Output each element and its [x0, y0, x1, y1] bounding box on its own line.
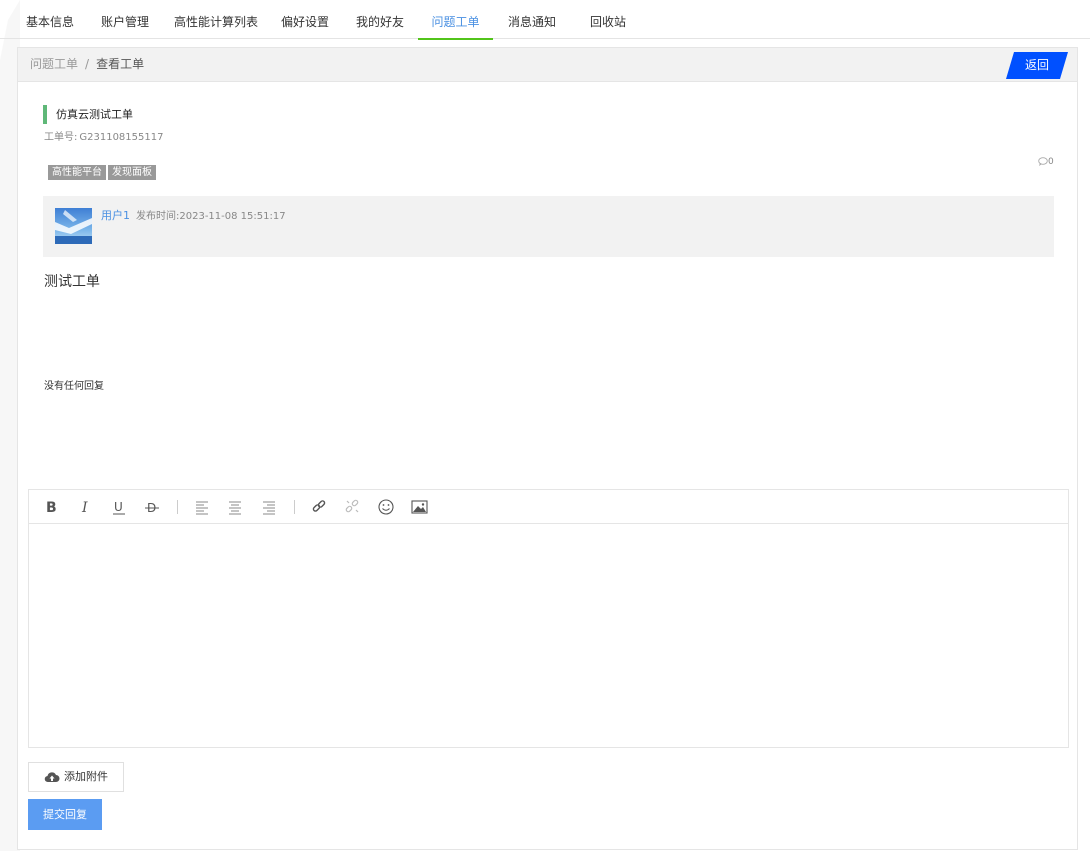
ticket-number-label: 工单号:: [44, 132, 78, 143]
ticket-tags: 高性能平台 发现面板: [48, 160, 158, 180]
ticket-number: 工单号: G231108155117: [44, 131, 163, 145]
author-name[interactable]: 用户1: [101, 209, 130, 223]
ticket-panel: 问题工单 / 查看工单 返回 仿真云测试工单 工单号: G231108155117 高…: [17, 47, 1078, 850]
image-icon[interactable]: [410, 497, 430, 517]
breadcrumb-parent[interactable]: 问题工单: [30, 57, 78, 71]
breadcrumb-separator: /: [85, 57, 90, 71]
align-center-icon[interactable]: [226, 497, 246, 517]
cloud-upload-icon: [44, 772, 60, 783]
add-attachment-label: 添加附件: [64, 770, 108, 783]
comment-count-value: 0: [1048, 157, 1054, 167]
reply-editor: B I U D: [28, 489, 1069, 748]
link-icon[interactable]: [310, 497, 330, 517]
comment-icon: [1038, 157, 1048, 166]
toolbar-divider: [177, 500, 178, 514]
svg-text:I: I: [81, 500, 88, 516]
publish-time: 发布时间:2023-11-08 15:51:17: [136, 210, 286, 224]
tab-tickets[interactable]: 问题工单: [418, 0, 493, 40]
unlink-icon[interactable]: [343, 497, 363, 517]
avatar: [55, 208, 92, 244]
tab-notifications[interactable]: 消息通知: [508, 0, 556, 39]
emoji-icon[interactable]: [377, 497, 397, 517]
breadcrumb-current: 查看工单: [96, 57, 145, 71]
title-accent-bar: [43, 105, 47, 124]
avatar-image: [55, 208, 92, 244]
add-attachment-button[interactable]: 添加附件: [28, 762, 124, 792]
editor-toolbar: B I U D: [29, 490, 1068, 524]
strikethrough-icon[interactable]: D: [143, 497, 163, 517]
tab-my-friends[interactable]: 我的好友: [356, 0, 404, 39]
tag-hpc-platform: 高性能平台: [48, 165, 106, 180]
tab-hpc-list[interactable]: 高性能计算列表: [174, 0, 258, 39]
tab-recycle-bin[interactable]: 回收站: [590, 0, 626, 39]
tab-preferences[interactable]: 偏好设置: [281, 0, 329, 39]
back-button-label: 返回: [1024, 58, 1049, 72]
align-right-icon[interactable]: [260, 497, 280, 517]
publish-time-value: 2023-11-08 15:51:17: [179, 211, 286, 222]
ticket-number-value: G231108155117: [79, 132, 164, 143]
tag-discovery-panel: 发现面板: [108, 165, 156, 180]
top-tabs: 基本信息 账户管理 高性能计算列表 偏好设置 我的好友 问题工单 消息通知 回收…: [0, 0, 1090, 40]
submit-reply-button[interactable]: 提交回复: [28, 799, 102, 830]
breadcrumb: 问题工单 / 查看工单: [30, 48, 144, 81]
no-reply-text: 没有任何回复: [44, 381, 104, 392]
italic-icon[interactable]: I: [77, 497, 97, 517]
ticket-title: 仿真云测试工单: [56, 108, 133, 121]
tab-account-management[interactable]: 账户管理: [101, 0, 149, 39]
toolbar-divider: [294, 500, 295, 514]
svg-text:U: U: [114, 500, 123, 514]
comment-count: 0: [1038, 157, 1054, 167]
tab-basic-info[interactable]: 基本信息: [26, 0, 74, 39]
author-info: 用户1 发布时间:2023-11-08 15:51:17: [43, 196, 1054, 257]
publish-time-label: 发布时间:: [136, 211, 180, 222]
svg-text:B: B: [46, 500, 57, 516]
underline-icon[interactable]: U: [110, 497, 130, 517]
ticket-content: 测试工单: [44, 274, 100, 290]
panel-header: 问题工单 / 查看工单 返回: [18, 48, 1077, 82]
editor-text-area[interactable]: [29, 524, 1068, 747]
bold-icon[interactable]: B: [43, 497, 63, 517]
align-left-icon[interactable]: [193, 497, 213, 517]
back-button[interactable]: 返回: [1006, 52, 1068, 79]
